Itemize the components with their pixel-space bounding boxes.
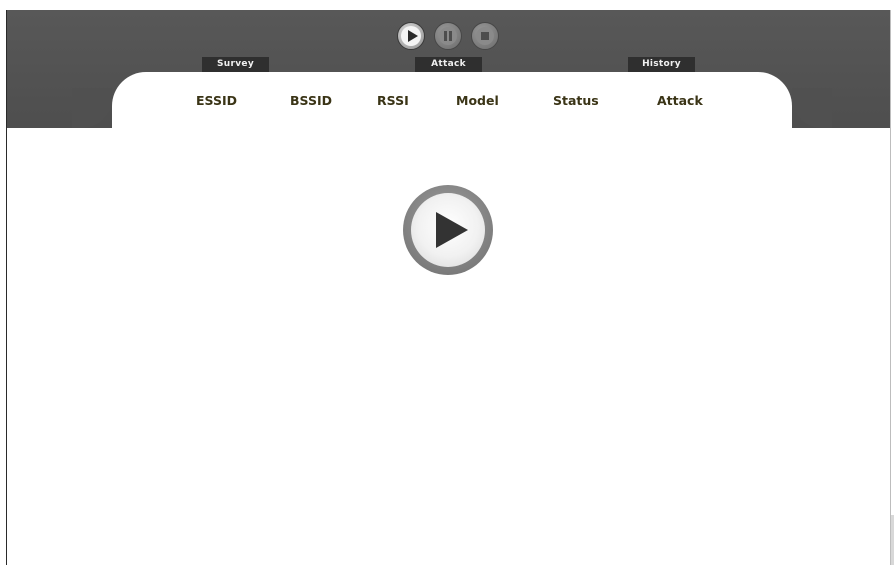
- app-window: Survey Attack History ESSID BSSID RSSI M…: [0, 0, 894, 565]
- tab-history[interactable]: History: [628, 57, 695, 72]
- tab-attack[interactable]: Attack: [415, 57, 482, 72]
- column-header-status[interactable]: Status: [553, 93, 599, 108]
- play-icon: [408, 30, 418, 42]
- column-header-essid[interactable]: ESSID: [196, 93, 237, 108]
- window-border-right: [890, 10, 891, 565]
- pause-icon: [444, 31, 447, 41]
- play-icon: [436, 212, 468, 248]
- window-border-left: [6, 10, 7, 565]
- play-button[interactable]: [397, 22, 425, 50]
- column-header-model[interactable]: Model: [456, 93, 499, 108]
- stop-icon: [481, 32, 489, 40]
- tab-survey[interactable]: Survey: [202, 57, 269, 72]
- pause-button-face: [439, 27, 457, 45]
- column-header-attack[interactable]: Attack: [657, 93, 703, 108]
- stop-button[interactable]: [471, 22, 499, 50]
- pause-icon-bar: [449, 31, 452, 41]
- column-header-rssi[interactable]: RSSI: [377, 93, 409, 108]
- start-scan-button[interactable]: [403, 185, 493, 275]
- column-header-bssid[interactable]: BSSID: [290, 93, 332, 108]
- pause-button[interactable]: [434, 22, 462, 50]
